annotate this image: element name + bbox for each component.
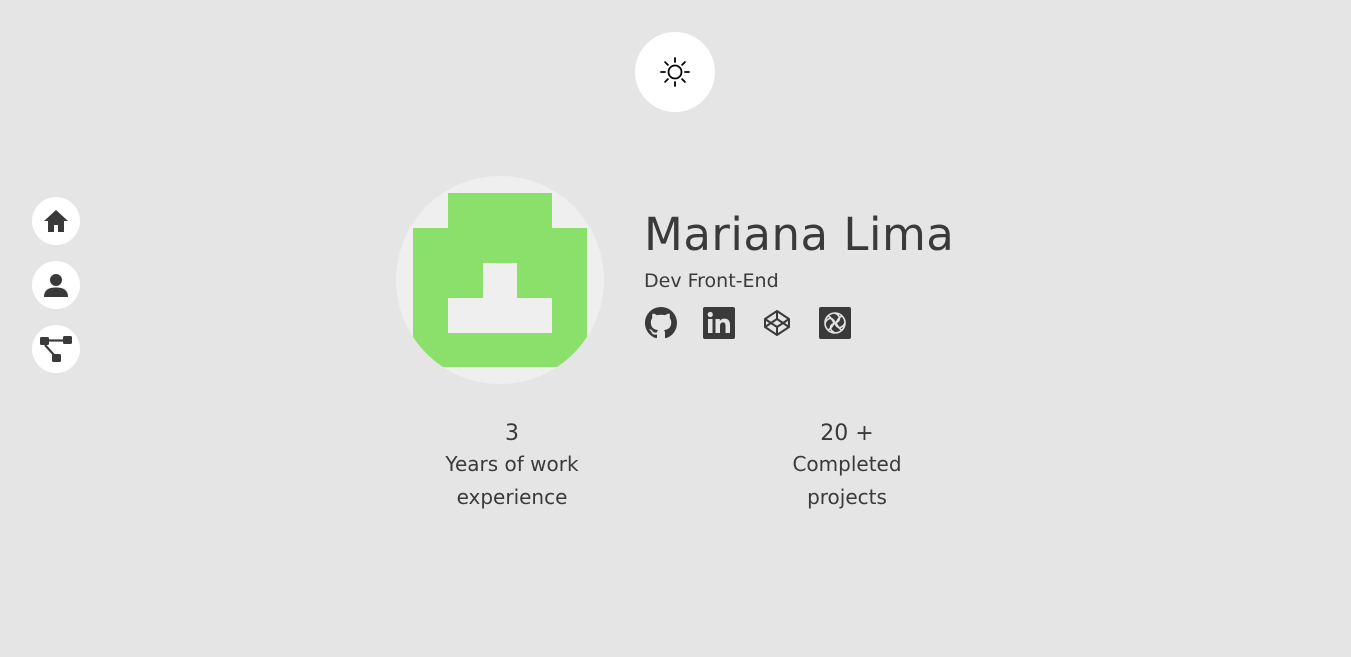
stat-projects-value: 20 + [820, 421, 874, 446]
linkedin-icon [703, 307, 735, 339]
stat-completed-projects: 20 + Completed projects [737, 420, 957, 514]
nav-about-button[interactable] [32, 261, 80, 309]
codepen-icon [764, 310, 790, 336]
github-link[interactable] [644, 306, 678, 340]
stat-projects-label-line2: projects [807, 485, 887, 509]
projects-tree-icon [40, 336, 72, 362]
stat-years-experience: 3 Years of work experience [402, 420, 622, 514]
nav-projects-button[interactable] [32, 325, 80, 373]
linkedin-link[interactable] [702, 306, 736, 340]
theme-toggle-button[interactable] [635, 32, 715, 112]
github-icon [645, 307, 677, 339]
avatar-identicon [396, 176, 604, 384]
stat-years-label-line2: experience [456, 485, 568, 509]
stat-years-label-line1: Years of work [445, 452, 579, 476]
avatar [396, 176, 604, 384]
profile-name: Mariana Lima [644, 208, 955, 261]
side-nav [32, 197, 80, 373]
profile-role: Dev Front-End [644, 270, 779, 292]
stat-years-value: 3 [505, 421, 519, 446]
home-icon [44, 210, 68, 232]
profile-info: Mariana Lima Dev Front-End [644, 206, 954, 340]
stat-projects-label-line1: Completed [792, 452, 902, 476]
portfolio-page: Mariana Lima Dev Front-End 3 Years of wo… [0, 0, 1351, 657]
codepen-link[interactable] [760, 306, 794, 340]
codesandbox-icon [819, 307, 851, 339]
social-links [644, 306, 954, 340]
nav-home-button[interactable] [32, 197, 80, 245]
user-icon [44, 274, 68, 297]
codesandbox-link[interactable] [818, 306, 852, 340]
sun-icon [660, 57, 690, 87]
